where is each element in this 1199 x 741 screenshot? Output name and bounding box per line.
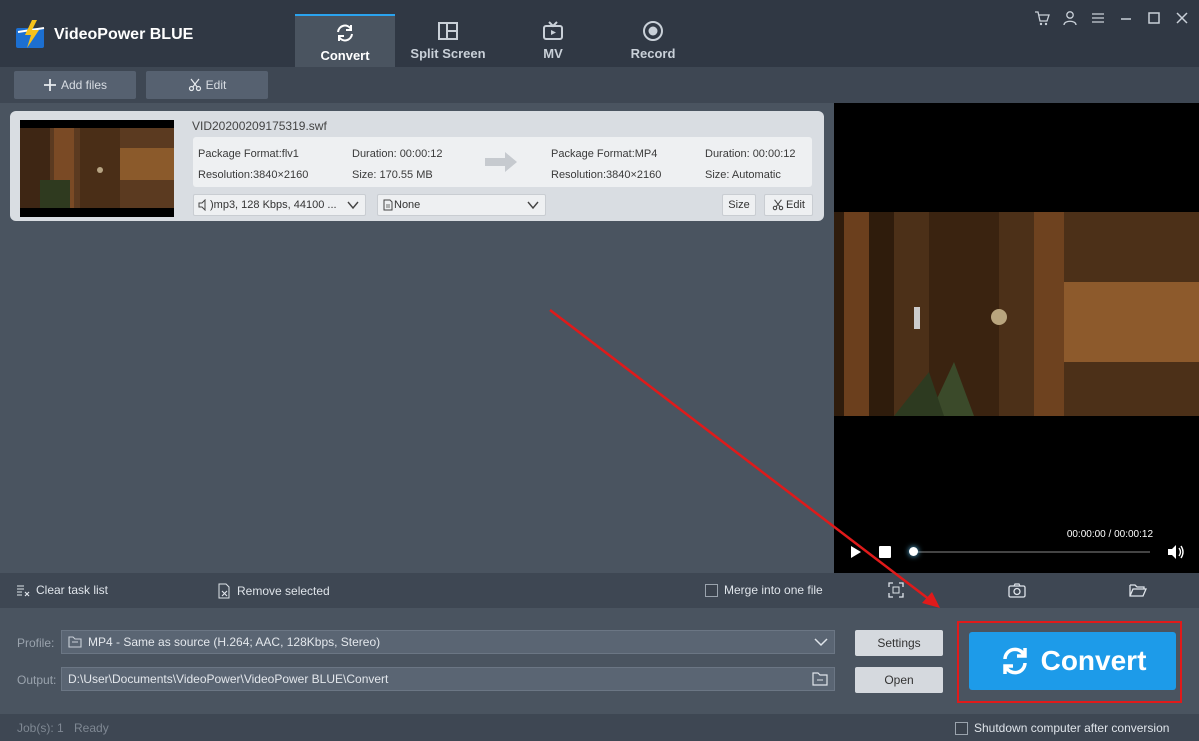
remove-selected-button[interactable]: Remove selected <box>217 583 330 599</box>
title-bar: VideoPower BLUE Convert Split Screen MV … <box>0 0 1199 67</box>
tab-split-screen[interactable]: Split Screen <box>398 14 498 67</box>
video-thumbnail[interactable] <box>20 120 174 217</box>
convert-button[interactable]: Convert <box>969 632 1176 690</box>
scissors-icon <box>188 78 201 92</box>
tab-label: Split Screen <box>410 46 486 61</box>
refresh-icon <box>337 24 353 42</box>
close-icon[interactable] <box>1174 10 1190 26</box>
edit-label: Edit <box>205 78 227 92</box>
add-files-label: Add files <box>60 78 108 92</box>
subtitle-select[interactable]: None <box>377 194 546 216</box>
job-count: Job(s): 1 <box>17 721 64 735</box>
source-format: Package Format:flv1 <box>198 148 299 160</box>
tab-label: Record <box>630 46 676 61</box>
chevron-down-icon <box>814 638 828 647</box>
chevron-down-icon <box>347 201 359 210</box>
profile-label: Profile: <box>17 636 55 650</box>
plus-icon <box>43 79 56 91</box>
clear-list-icon <box>17 585 30 597</box>
status-bar: Job(s): 1 Ready Shutdown computer after … <box>0 714 1199 741</box>
preview-image <box>834 212 1199 416</box>
status-text: Ready <box>74 721 109 735</box>
minimize-icon[interactable] <box>1118 10 1134 26</box>
video-preview[interactable]: 00:00:00 / 00:00:12 <box>834 103 1199 573</box>
file-name: VID20200209175319.swf <box>192 119 327 133</box>
output-label: Output: <box>17 673 57 687</box>
toolbar: Add files Edit <box>0 67 1199 103</box>
file-item[interactable]: VID20200209175319.swf Package Format:flv… <box>10 111 824 221</box>
remove-file-icon <box>218 583 230 599</box>
camera-icon[interactable] <box>1008 583 1026 598</box>
folder-open-icon[interactable] <box>1129 583 1147 597</box>
settings-button[interactable]: Settings <box>855 630 943 656</box>
chevron-down-icon <box>527 201 539 210</box>
source-duration: Duration: 00:00:12 <box>352 148 443 160</box>
edit-button[interactable]: Edit <box>146 71 268 99</box>
file-edit-button[interactable]: Edit <box>764 194 813 216</box>
document-icon <box>383 199 393 211</box>
user-icon[interactable] <box>1062 10 1078 26</box>
file-list: VID20200209175319.swf Package Format:flv… <box>0 103 834 573</box>
open-output-button[interactable]: Open <box>855 667 943 693</box>
arrow-right-icon <box>485 152 517 172</box>
maximize-icon[interactable] <box>1146 10 1162 26</box>
refresh-icon <box>1002 647 1027 675</box>
file-info-panel: Package Format:flv1 Resolution:3840×2160… <box>193 137 812 187</box>
split-screen-icon <box>438 22 458 40</box>
convert-button-label: Convert <box>1040 645 1147 676</box>
clear-task-list-button[interactable]: Clear task list <box>16 583 108 597</box>
preview-frame <box>834 212 1199 416</box>
audio-track-select[interactable]: )mp3, 128 Kbps, 44100 ... <box>193 194 366 216</box>
remove-selected-label: Remove selected <box>237 584 330 598</box>
shutdown-label: Shutdown computer after conversion <box>974 721 1170 735</box>
seek-bar[interactable] <box>912 551 1150 553</box>
target-resolution: Resolution:3840×2160 <box>551 169 662 181</box>
shutdown-checkbox-box[interactable] <box>955 721 968 735</box>
target-duration: Duration: 00:00:12 <box>705 148 796 160</box>
target-format: Package Format:MP4 <box>551 148 658 160</box>
target-size: Size: Automatic <box>705 169 781 181</box>
cart-icon[interactable] <box>1034 10 1050 26</box>
size-button[interactable]: Size <box>722 194 756 216</box>
browse-folder-icon[interactable] <box>812 672 828 686</box>
app-title: VideoPower BLUE <box>54 26 194 43</box>
task-bar: Clear task list Remove selected Merge in… <box>0 573 834 608</box>
tab-label: MV <box>543 46 563 61</box>
merge-label: Merge into one file <box>724 583 823 597</box>
add-files-button[interactable]: Add files <box>14 71 136 99</box>
playback-time: 00:00:00 / 00:00:12 <box>1066 529 1153 540</box>
preview-toolbar <box>834 573 1199 608</box>
shutdown-after-conversion-checkbox[interactable]: Shutdown computer after conversion <box>955 721 1169 735</box>
profile-value: MP4 - Same as source (H.264; AAC, 128Kbp… <box>88 635 381 649</box>
seek-handle[interactable] <box>909 547 918 556</box>
play-icon[interactable] <box>850 545 862 559</box>
subtitle-value: None <box>394 199 421 211</box>
output-path-value: D:\User\Documents\VideoPower\VideoPower … <box>68 672 389 686</box>
fullscreen-icon[interactable] <box>888 582 904 598</box>
tab-mv[interactable]: MV <box>503 14 603 67</box>
profile-select[interactable]: MP4 - Same as source (H.264; AAC, 128Kbp… <box>61 630 835 654</box>
tv-icon <box>543 21 563 40</box>
source-resolution: Resolution:3840×2160 <box>198 169 309 181</box>
tab-record[interactable]: Record <box>603 14 703 67</box>
clear-task-list-label: Clear task list <box>36 583 109 597</box>
menu-icon[interactable] <box>1090 10 1106 26</box>
app-logo-icon <box>16 20 45 48</box>
stop-icon[interactable] <box>879 546 891 558</box>
file-edit-label: Edit <box>786 199 805 211</box>
tab-label: Convert <box>320 48 370 63</box>
volume-icon[interactable] <box>1167 544 1185 560</box>
audio-track-value: )mp3, 128 Kbps, 44100 ... <box>210 199 337 211</box>
speaker-icon <box>198 199 206 211</box>
source-size: Size: 170.55 MB <box>352 169 433 181</box>
record-icon <box>643 21 663 41</box>
merge-into-one-file-checkbox[interactable]: Merge into one file <box>705 583 823 597</box>
output-path-field[interactable]: D:\User\Documents\VideoPower\VideoPower … <box>61 667 835 691</box>
merge-checkbox-box[interactable] <box>705 583 718 597</box>
thumbnail-image <box>20 120 174 217</box>
folder-icon <box>68 636 82 648</box>
tab-convert[interactable]: Convert <box>295 14 395 67</box>
scissors-icon <box>772 199 784 211</box>
